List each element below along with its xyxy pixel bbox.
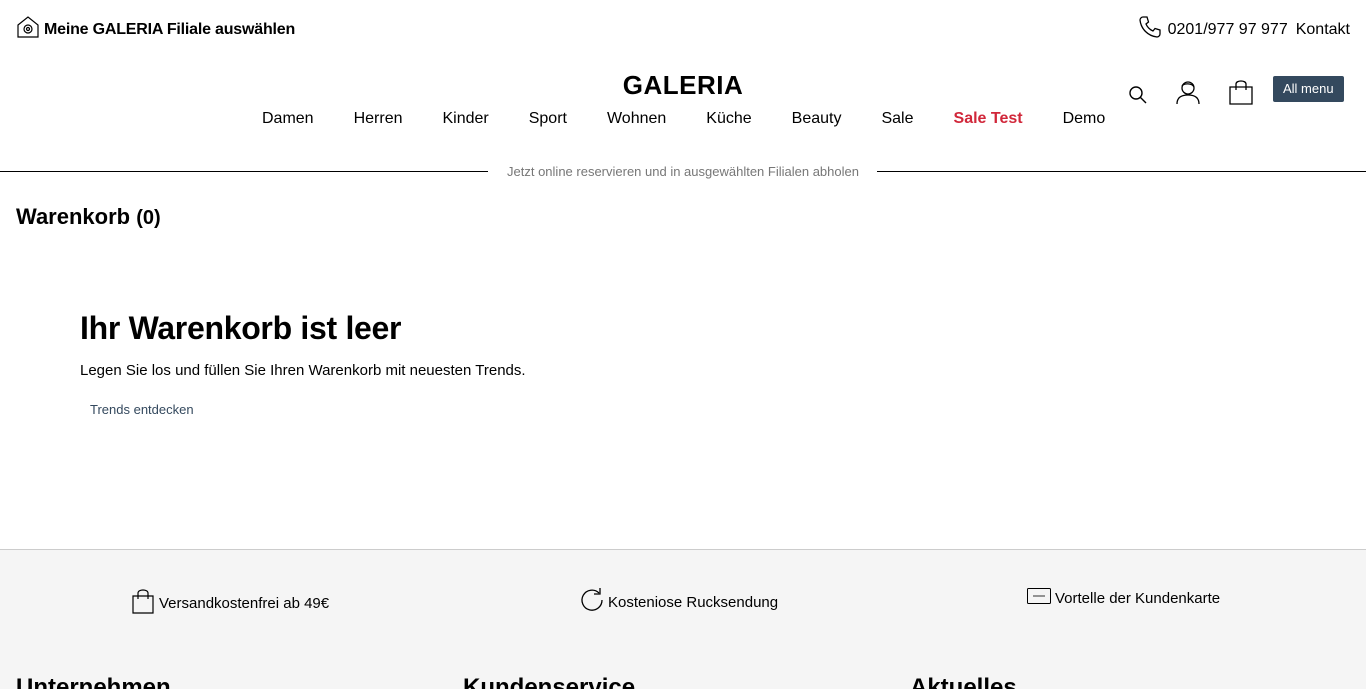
discover-trends-link[interactable]: Trends entdecken xyxy=(90,402,194,417)
store-selector-label: Meine GALERIA Filiale auswählen xyxy=(44,20,296,38)
top-bar: Meine GALERIA Filiale auswählen 0201/977… xyxy=(0,0,1366,56)
nav-item-kinder[interactable]: Kinder xyxy=(442,110,488,128)
galeria-logo[interactable]: GALERIA xyxy=(623,70,744,100)
header-icons xyxy=(1128,78,1254,106)
benefit-customer-card-label: Vortelle der Kundenkarte xyxy=(1055,589,1221,607)
page-title: Warenkorb (0) xyxy=(16,204,161,230)
benefit-free-returns: Kosteniose Rucksendung xyxy=(580,588,778,616)
main-navigation: Damen Herren Kinder Sport Wohnen Küche B… xyxy=(262,110,1105,128)
cart-icon[interactable] xyxy=(1228,78,1254,106)
phone-number-link[interactable]: 0201/977 97 977 xyxy=(1168,21,1288,39)
account-icon[interactable] xyxy=(1174,78,1202,106)
empty-cart-description: Legen Sie los und füllen Sie Ihren Waren… xyxy=(80,362,526,379)
reservation-banner-text: Jetzt online reservieren und in ausgewäh… xyxy=(507,164,859,179)
cart-title-label: Warenkorb xyxy=(16,204,131,229)
phone-icon[interactable] xyxy=(1138,15,1162,44)
footer-heading-company: Unternehmen xyxy=(16,674,171,689)
empty-cart-heading: Ihr Warenkorb ist leer xyxy=(80,310,402,346)
search-icon[interactable] xyxy=(1128,85,1148,105)
shopping-bag-icon xyxy=(131,588,155,618)
nav-item-wohnen[interactable]: Wohnen xyxy=(607,110,666,128)
customer-card-icon xyxy=(1027,588,1051,608)
benefit-customer-card: Vortelle der Kundenkarte xyxy=(1027,588,1220,608)
nav-item-kueche[interactable]: Küche xyxy=(706,110,751,128)
store-icon xyxy=(16,15,40,44)
nav-item-beauty[interactable]: Beauty xyxy=(792,110,842,128)
contact-link[interactable]: Kontakt xyxy=(1296,21,1350,39)
footer-heading-customer-service: Kundenservice xyxy=(463,674,636,689)
cart-item-count: (0) xyxy=(136,207,161,229)
benefit-free-shipping: Versandkostenfrei ab 49€ xyxy=(131,588,329,618)
nav-item-damen[interactable]: Damen xyxy=(262,110,314,128)
refresh-icon xyxy=(580,588,604,616)
nav-item-sale-test[interactable]: Sale Test xyxy=(954,110,1023,128)
nav-item-sale[interactable]: Sale xyxy=(881,110,913,128)
reservation-banner: Jetzt online reservieren und in ausgewäh… xyxy=(0,164,1366,179)
benefit-free-shipping-label: Versandkostenfrei ab 49€ xyxy=(159,594,330,612)
all-menu-button[interactable]: All menu xyxy=(1273,76,1344,102)
contact-area: 0201/977 97 977 Kontakt xyxy=(1138,15,1350,44)
nav-item-sport[interactable]: Sport xyxy=(529,110,567,128)
nav-item-herren[interactable]: Herren xyxy=(354,110,403,128)
nav-item-demo[interactable]: Demo xyxy=(1063,110,1106,128)
footer-heading-news: Aktuelles xyxy=(910,674,1017,689)
footer: Versandkostenfrei ab 49€ Kosteniose Ruck… xyxy=(0,550,1366,689)
store-selector[interactable]: Meine GALERIA Filiale auswählen xyxy=(16,15,295,44)
benefit-free-returns-label: Kosteniose Rucksendung xyxy=(608,593,779,611)
